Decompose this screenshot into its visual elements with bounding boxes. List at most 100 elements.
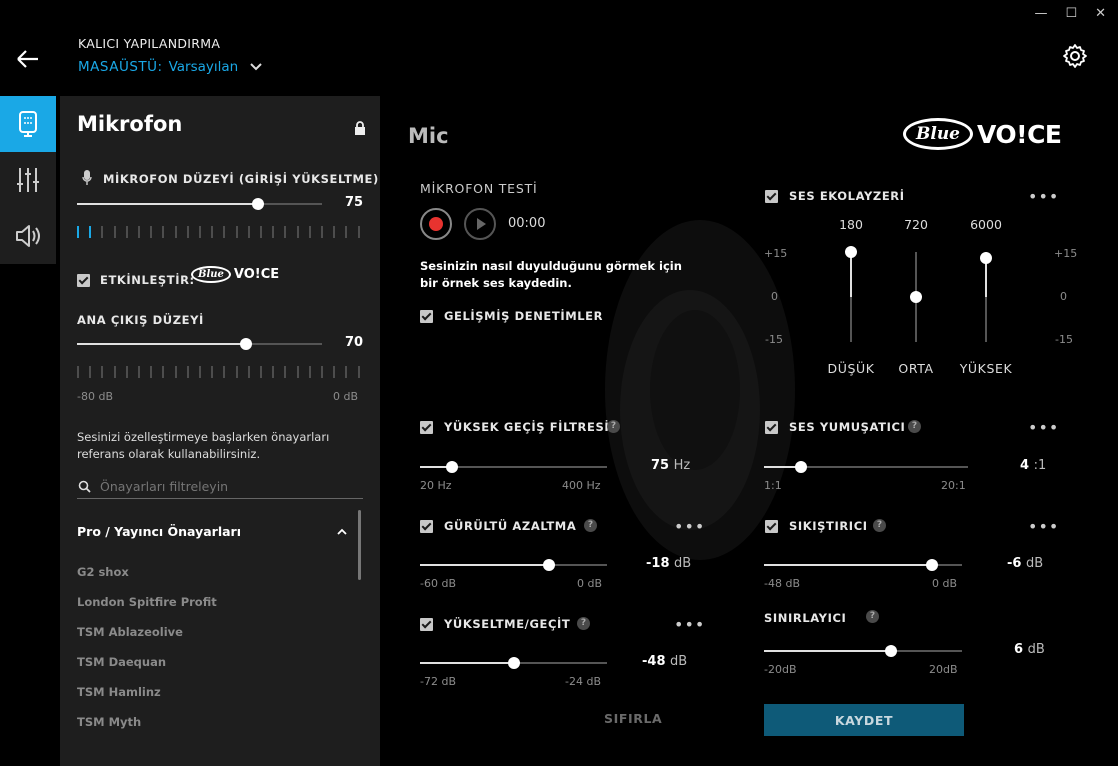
save-button[interactable]: KAYDET	[764, 704, 964, 736]
meter-tick	[260, 366, 263, 378]
meter-tick	[89, 366, 92, 378]
meter-tick	[199, 366, 202, 378]
main-output-min: -80 dB	[77, 390, 113, 403]
eq-band-frequency: 180	[839, 217, 863, 232]
eq-band-knob[interactable]	[910, 291, 922, 303]
compressor-help-icon[interactable]: ?	[873, 519, 886, 532]
deesser-slider[interactable]	[764, 461, 968, 473]
eq-band-slider[interactable]	[980, 252, 992, 342]
list-item[interactable]: TSM Daequan	[77, 647, 217, 677]
gear-icon[interactable]	[1062, 43, 1088, 69]
play-button[interactable]	[464, 208, 496, 240]
preset-list: G2 shox London Spitfire Profit TSM Ablaz…	[77, 557, 217, 737]
sidebar-item-equalizer[interactable]	[0, 152, 56, 208]
list-item[interactable]: TSM Myth	[77, 707, 217, 737]
meter-tick	[296, 226, 299, 238]
chevron-up-icon	[337, 528, 347, 535]
blue-voice-logo-small: Blue VO!CE	[191, 266, 279, 283]
high-pass-slider[interactable]	[420, 461, 607, 473]
reset-button[interactable]: SIFIRLA	[604, 711, 662, 726]
meter-tick	[89, 226, 92, 238]
noise-slider[interactable]	[420, 559, 607, 571]
limiter-knob[interactable]	[884, 645, 897, 657]
eq-band-slider[interactable]	[845, 246, 857, 342]
play-icon	[477, 218, 486, 230]
compressor-knob[interactable]	[926, 559, 939, 571]
preset-search-input[interactable]	[100, 475, 362, 497]
meter-tick	[260, 226, 263, 238]
sidebar-item-speaker[interactable]	[0, 208, 56, 264]
gate-max: -24 dB	[565, 675, 601, 688]
list-item[interactable]: London Spitfire Profit	[77, 587, 217, 617]
compressor-value: -6 dB	[1007, 556, 1044, 571]
profile-label: MASAÜSTÜ:	[78, 59, 163, 75]
eq-band-knob[interactable]	[980, 252, 992, 264]
enable-checkbox[interactable]	[77, 274, 90, 287]
high-pass-help-icon[interactable]: ?	[607, 420, 620, 433]
list-item[interactable]: TSM Ablazeolive	[77, 617, 217, 647]
gate-checkbox[interactable]	[420, 618, 433, 631]
maximize-icon[interactable]: ☐	[1065, 6, 1077, 21]
meter-tick	[345, 226, 348, 238]
close-icon[interactable]: ✕	[1095, 6, 1106, 21]
preset-scrollbar[interactable]	[358, 510, 361, 580]
mic-level-icon	[82, 170, 92, 185]
eq-band-knob[interactable]	[845, 246, 857, 258]
eq-band-frequency: 6000	[970, 217, 1002, 232]
record-button[interactable]	[420, 208, 452, 240]
sidebar	[0, 96, 56, 264]
gate-slider[interactable]	[420, 657, 607, 669]
deesser-knob[interactable]	[794, 461, 807, 473]
gate-knob[interactable]	[507, 657, 520, 669]
meter-tick	[101, 226, 104, 238]
mic-level-knob[interactable]	[252, 198, 265, 210]
eq-right-scale-bot: -15	[1055, 333, 1073, 346]
noise-checkbox[interactable]	[420, 520, 433, 533]
noise-more-icon[interactable]: •••	[674, 519, 705, 535]
compressor-label: SIKIŞTIRICI	[789, 519, 868, 533]
gate-more-icon[interactable]: •••	[674, 617, 705, 633]
profile-selector[interactable]: MASAÜSTÜ: Varsayılan	[78, 59, 262, 75]
meter-tick	[272, 366, 275, 378]
deesser-min: 1:1	[764, 479, 782, 492]
mic-level-value: 75	[345, 195, 364, 210]
advanced-checkbox[interactable]	[420, 310, 433, 323]
limiter-help-icon[interactable]: ?	[866, 610, 879, 623]
high-pass-knob[interactable]	[445, 461, 458, 473]
sidebar-item-microphone[interactable]	[0, 96, 56, 152]
eq-band-slider[interactable]	[910, 252, 922, 342]
deesser-help-icon[interactable]: ?	[908, 420, 921, 433]
mic-level-meter	[77, 226, 360, 238]
gate-help-icon[interactable]: ?	[577, 617, 590, 630]
noise-help-icon[interactable]: ?	[584, 519, 597, 532]
compressor-checkbox[interactable]	[765, 520, 778, 533]
gate-label: YÜKSELTME/GEÇİT	[444, 617, 571, 631]
meter-tick	[113, 366, 116, 378]
high-pass-max: 400 Hz	[562, 479, 601, 492]
minimize-icon[interactable]: —	[1034, 6, 1047, 21]
eq-more-icon[interactable]: •••	[1028, 189, 1059, 205]
mic-level-slider[interactable]	[77, 198, 322, 210]
meter-tick	[284, 226, 287, 238]
preset-group-header[interactable]: Pro / Yayıncı Önayarları	[77, 524, 347, 539]
advanced-label: GELİŞMİŞ DENETİMLER	[444, 309, 604, 323]
list-item[interactable]: TSM Hamlinz	[77, 677, 217, 707]
limiter-max: 20dB	[929, 663, 958, 676]
noise-label: GÜRÜLTÜ AZALTMA	[444, 519, 577, 533]
noise-knob[interactable]	[543, 559, 556, 571]
compressor-slider[interactable]	[764, 559, 962, 571]
deesser-label: SES YUMUŞATICI	[789, 420, 906, 434]
meter-tick	[186, 226, 189, 238]
limiter-value: 6 dB	[1014, 642, 1045, 657]
compressor-more-icon[interactable]: •••	[1028, 519, 1059, 535]
main-output-slider[interactable]	[77, 338, 322, 350]
meter-tick	[199, 226, 202, 238]
list-item[interactable]: G2 shox	[77, 557, 217, 587]
limiter-slider[interactable]	[764, 645, 962, 657]
deesser-checkbox[interactable]	[765, 421, 778, 434]
main-output-knob[interactable]	[240, 338, 253, 350]
high-pass-checkbox[interactable]	[420, 421, 433, 434]
deesser-more-icon[interactable]: •••	[1028, 420, 1059, 436]
back-arrow-icon[interactable]	[16, 48, 40, 70]
eq-checkbox[interactable]	[765, 190, 778, 203]
